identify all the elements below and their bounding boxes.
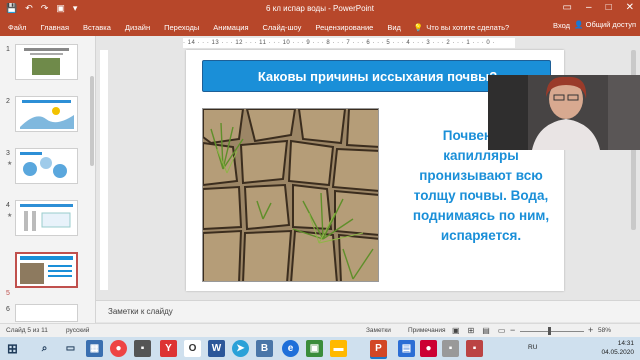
normal-view-icon[interactable]: ▣	[452, 326, 460, 335]
tab-slideshow[interactable]: Слайд-шоу	[256, 23, 309, 32]
minimize-icon[interactable]: –	[586, 2, 592, 13]
ribbon-options-icon[interactable]: ▭	[563, 2, 572, 13]
chrome-icon[interactable]: ●	[110, 340, 127, 357]
browser-icon[interactable]: e	[282, 340, 299, 357]
tab-transitions[interactable]: Переходы	[157, 23, 206, 32]
share-label: Общий доступ	[585, 20, 636, 29]
tell-me-search[interactable]: 💡 Что вы хотите сделать?	[414, 23, 509, 32]
tab-view[interactable]: Вид	[380, 23, 408, 32]
slide-counter: Слайд 5 из 11	[6, 327, 48, 334]
task-view-icon[interactable]: ▭	[62, 340, 79, 357]
webcam-overlay	[488, 75, 640, 150]
person-icon: 👤	[574, 20, 584, 29]
app-icon[interactable]: ▪	[442, 340, 459, 357]
telegram-icon[interactable]: ➤	[232, 340, 249, 357]
thumbnail-content	[20, 100, 74, 129]
app-icon[interactable]: ▣	[306, 340, 323, 357]
keyboard-language[interactable]: RU	[528, 344, 537, 351]
word-icon[interactable]: W	[208, 340, 225, 357]
slide-thumbnail-5-selected[interactable]	[15, 252, 78, 288]
zoom-slider-thumb[interactable]	[548, 327, 551, 335]
opera-icon[interactable]: O	[184, 340, 201, 357]
thumbnail-content	[20, 152, 67, 178]
folder-icon[interactable]: ▬	[330, 340, 347, 357]
thumb-number: 2	[6, 98, 10, 105]
tab-design[interactable]: Дизайн	[118, 23, 157, 32]
zoom-out-icon[interactable]: −	[510, 325, 515, 335]
title-bar: 💾 ↶ ↷ ▣ ▾ 6 кл испар воды - PowerPoint ▭…	[0, 0, 640, 36]
slide-thumbnail-3[interactable]	[15, 148, 78, 184]
slide-thumbnail-2[interactable]	[15, 96, 78, 132]
tab-insert[interactable]: Вставка	[76, 23, 118, 32]
thumbnail-scrollbar[interactable]	[90, 76, 94, 166]
zoom-level[interactable]: 58%	[598, 327, 611, 334]
ribbon-tabs: Файл Главная Вставка Дизайн Переходы Ани…	[0, 19, 640, 35]
tab-file[interactable]: Файл	[0, 23, 33, 32]
maximize-icon[interactable]: □	[606, 2, 612, 13]
tab-animation[interactable]: Анимация	[206, 23, 255, 32]
system-clock[interactable]: 14:31 04.05.2020	[601, 339, 634, 357]
slide-thumbnail-6[interactable]	[15, 304, 78, 322]
yandex-browser-icon[interactable]: Y	[160, 340, 177, 357]
sign-in-link[interactable]: Вход	[553, 21, 570, 30]
notes-toggle-button[interactable]: Заметки	[366, 327, 391, 334]
window-controls: ▭ – □ ✕	[563, 2, 634, 13]
animation-star-icon: ★	[7, 161, 13, 167]
notes-placeholder: Заметки к слайду	[108, 307, 173, 316]
lightbulb-icon: 💡	[413, 22, 424, 32]
thumb-number: 4	[6, 202, 10, 209]
clock-time: 14:31	[617, 340, 634, 347]
powerpoint-icon[interactable]: P	[370, 340, 387, 357]
recorder-icon[interactable]: ●	[420, 340, 437, 357]
slide-thumbnail-1[interactable]	[15, 44, 78, 80]
share-button[interactable]: 👤 Общий доступ	[574, 20, 636, 29]
comments-toggle-button[interactable]: Примечания	[408, 327, 446, 334]
animation-star-icon: ★	[7, 213, 13, 219]
thumbnail-content	[24, 48, 69, 75]
slide-sorter-icon[interactable]: ⊞	[468, 326, 475, 335]
thumb-number: 6	[6, 306, 10, 313]
tab-review[interactable]: Рецензирование	[308, 23, 380, 32]
language-indicator[interactable]: русский	[66, 327, 89, 334]
cracked-soil-photo[interactable]	[202, 108, 379, 282]
webcam-video-image	[488, 75, 640, 150]
windows-taskbar: ⊞ ⌕ ▭ ▦ ● ▪ Y O W ➤ B e ▣ ▬ P ▤ ● ▪ ▪ RU…	[0, 337, 640, 360]
slideshow-view-icon[interactable]: ▭	[498, 326, 506, 335]
slide-thumbnail-4[interactable]	[15, 200, 78, 236]
close-icon[interactable]: ✕	[626, 2, 634, 13]
notes-pane[interactable]: Заметки к слайду	[96, 300, 640, 322]
thumbnail-content	[20, 256, 73, 284]
tab-home[interactable]: Главная	[33, 23, 76, 32]
vk-icon[interactable]: B	[256, 340, 273, 357]
app-icon[interactable]: ▤	[398, 340, 415, 357]
thumb-number: 3	[6, 150, 10, 157]
thumb-number: 1	[6, 46, 10, 53]
zoom-slider[interactable]	[520, 331, 584, 332]
reading-view-icon[interactable]: ▤	[482, 326, 490, 335]
search-icon[interactable]: ⌕	[36, 340, 53, 357]
clock-date: 04.05.2020	[601, 349, 634, 356]
app-icon[interactable]: ▪	[134, 340, 151, 357]
file-explorer-icon[interactable]: ▦	[86, 340, 103, 357]
thumbnail-content	[20, 204, 73, 231]
status-bar: Слайд 5 из 11 русский Заметки Примечания…	[0, 323, 640, 337]
vertical-ruler	[100, 50, 108, 290]
slide-thumbnail-pane: 1 2 3 ★ 4 ★ 5 6	[0, 36, 96, 324]
view-buttons: ▣ ⊞ ▤ ▭	[452, 326, 505, 335]
cracked-soil-image	[203, 109, 378, 281]
horizontal-ruler: · 14 · · · 13 · · · 12 · · · 11 · · · 10…	[183, 38, 515, 48]
zoom-in-icon[interactable]: +	[588, 325, 593, 335]
start-windows-icon[interactable]: ⊞	[4, 340, 21, 357]
thumb-number: 5	[6, 290, 10, 297]
app-icon[interactable]: ▪	[466, 340, 483, 357]
tell-me-label: Что вы хотите сделать?	[426, 22, 510, 32]
window-title: 6 кл испар воды - PowerPoint	[266, 4, 374, 13]
